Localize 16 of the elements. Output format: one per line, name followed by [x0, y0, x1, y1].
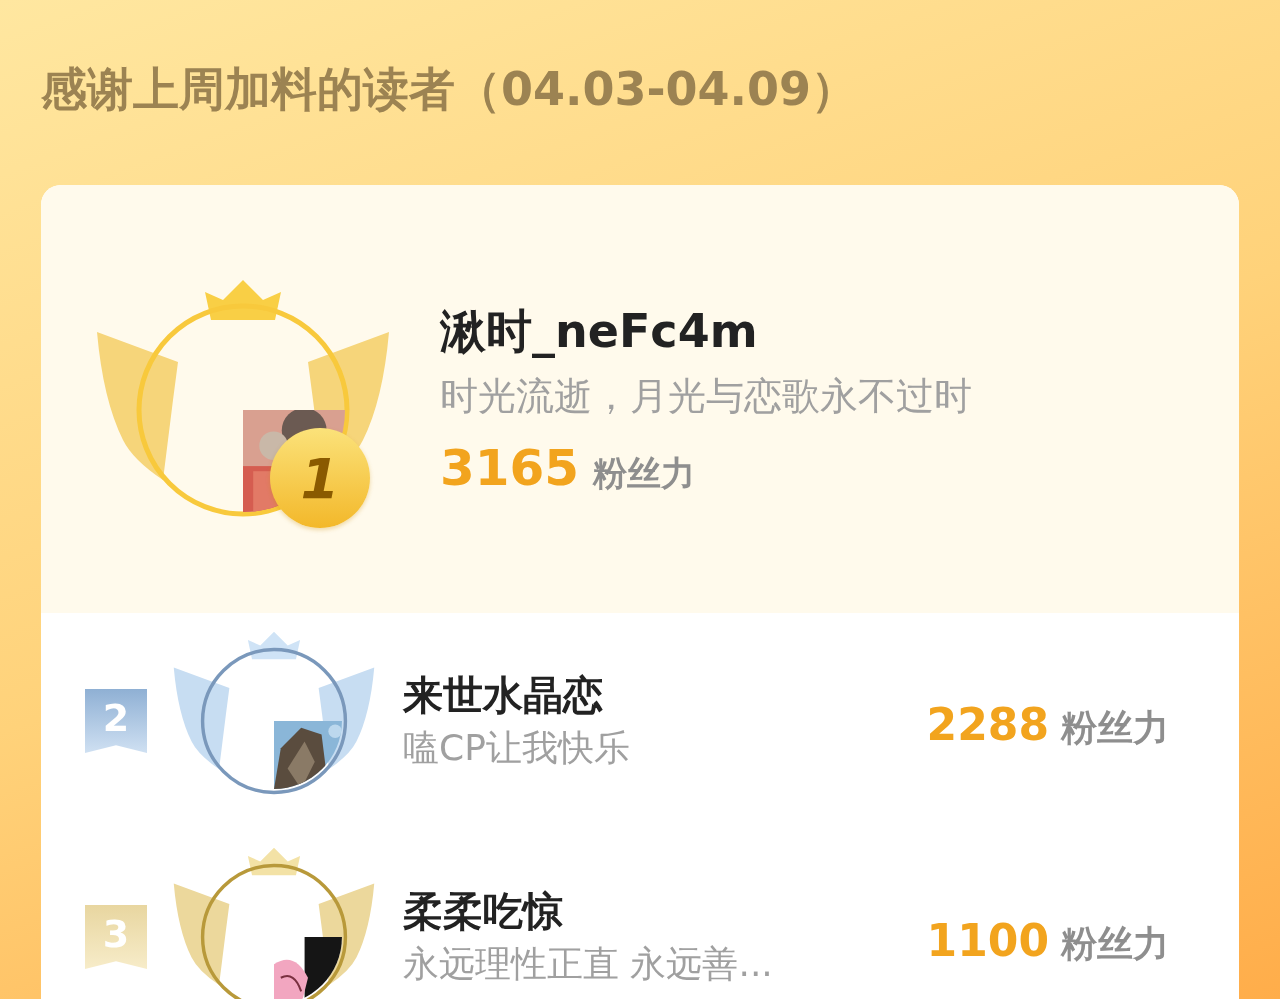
reader-name: 柔柔吃惊	[403, 887, 564, 936]
fan-score: 2288	[926, 699, 1049, 750]
fan-score-unit: 粉丝力	[1061, 922, 1169, 966]
fan-score-unit: 粉丝力	[1061, 706, 1169, 750]
rank-medal: 1	[270, 428, 370, 528]
rank-badge: 2	[85, 689, 147, 753]
rank-badge: 3	[85, 905, 147, 969]
fan-score: 1100	[926, 915, 1049, 966]
fan-score: 3165	[440, 439, 580, 497]
reader-motto: 嗑CP让我快乐	[403, 726, 631, 770]
reader-motto: 永远理性正直 永远善...	[403, 942, 774, 986]
fan-score-unit: 粉丝力	[593, 452, 696, 495]
reader-name: 湫时_neFc4m	[440, 303, 759, 360]
page-title: 感谢上周加料的读者（04.03-04.09）	[41, 61, 859, 118]
reader-motto: 时光流逝，月光与恋歌永不过时	[440, 373, 972, 420]
reader-name: 来世水晶恋	[403, 671, 604, 720]
